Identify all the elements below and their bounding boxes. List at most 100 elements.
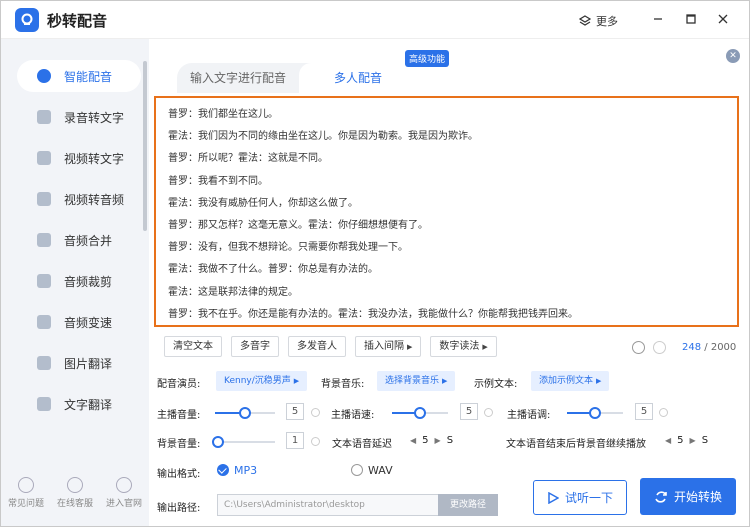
official-site-label: 进入官网: [105, 499, 142, 509]
decrease-icon[interactable]: ◀: [410, 436, 416, 445]
multi-speaker-button[interactable]: 多发音人: [288, 336, 346, 357]
speed-slider[interactable]: [392, 407, 448, 419]
layers-icon: [579, 15, 591, 26]
clear-text-button[interactable]: 清空文本: [164, 336, 222, 357]
tab-bar: 输入文字进行配音 多人配音: [177, 63, 417, 93]
pitch-reset-icon[interactable]: [659, 408, 668, 417]
sidebar-item-image-translate[interactable]: 图片翻译: [17, 347, 141, 379]
volume-slider[interactable]: [215, 407, 275, 419]
increase-icon[interactable]: ▶: [690, 436, 696, 445]
start-convert-button[interactable]: 开始转换: [640, 478, 736, 515]
recording-text-icon: [37, 110, 51, 124]
title-bar: 秒转配音 更多: [1, 1, 749, 39]
sidebar-scrollbar[interactable]: [143, 61, 147, 231]
microphone-icon: [37, 69, 51, 83]
bg-volume-slider-handle[interactable]: [212, 436, 224, 448]
sidebar-item-audio-speed[interactable]: 音频变速: [17, 306, 141, 338]
voice-label: 配音演员:: [157, 379, 201, 390]
official-site-link[interactable]: 进入官网: [101, 477, 147, 509]
maximize-icon[interactable]: [684, 12, 698, 26]
char-count-max: / 2000: [704, 342, 737, 353]
bgm-select[interactable]: 选择背景音乐 ▶: [377, 371, 456, 391]
sidebar-item-label: 图片翻译: [64, 357, 113, 371]
bg-volume-reset-icon[interactable]: [311, 437, 320, 446]
caret-right-icon: ▶: [596, 377, 602, 385]
script-line: 霍法：我没有威胁任何人，你却这么做了。: [168, 197, 358, 209]
preview-button[interactable]: 试听一下: [533, 480, 627, 515]
minimize-icon[interactable]: [651, 12, 665, 26]
increase-icon[interactable]: ▶: [435, 436, 441, 445]
sidebar-item-audio-merge[interactable]: 音频合并: [17, 224, 141, 256]
close-window-icon[interactable]: [716, 12, 730, 26]
continue-play-stepper[interactable]: ◀ 5 ▶ S: [665, 435, 708, 446]
speed-input[interactable]: 5: [460, 403, 478, 420]
script-editor[interactable]: 普罗：我们都坐在这儿。 霍法：我们因为不同的缘由坐在这儿。你是因为勒索。我是因为…: [154, 96, 739, 327]
close-panel-icon[interactable]: ✕: [726, 49, 740, 63]
sample-text-select[interactable]: 添加示例文本 ▶: [531, 371, 610, 391]
sidebar-item-video-to-audio[interactable]: 视频转音频: [17, 183, 141, 215]
sidebar-item-audio-cut[interactable]: 音频裁剪: [17, 265, 141, 297]
bg-volume-input[interactable]: 1: [286, 432, 304, 449]
sidebar-item-label: 视频转文字: [64, 152, 125, 166]
undo-icon[interactable]: [632, 341, 645, 354]
sidebar-item-label: 文字翻译: [64, 398, 113, 412]
more-menu[interactable]: 更多: [579, 13, 618, 29]
image-translate-icon: [37, 356, 51, 370]
polyphone-button[interactable]: 多音字: [231, 336, 279, 357]
sidebar: 智能配音 录音转文字 视频转文字 视频转音频 音频合并 音频裁剪 音频变速 图片…: [1, 39, 149, 526]
translate-icon: [37, 397, 51, 411]
editor-toolbar: 清空文本 多音字 多发音人 插入间隔 ▶ 数字读法 ▶: [164, 336, 497, 357]
change-path-button[interactable]: 更改路径: [438, 494, 498, 516]
online-support-label: 在线客服: [56, 499, 93, 509]
volume-reset-icon[interactable]: [311, 408, 320, 417]
pitch-slider-handle[interactable]: [589, 407, 601, 419]
script-line: 霍法：我做不了什么。普罗：你总是有办法的。: [168, 264, 378, 276]
decrease-icon[interactable]: ◀: [665, 436, 671, 445]
bg-volume-label: 背景音量:: [157, 439, 201, 450]
script-line: 普罗：我们都坐在这儿。: [168, 109, 278, 120]
faq-label: 常见问题: [7, 499, 44, 509]
multi-speaker-label: 多发音人: [297, 341, 337, 352]
delay-stepper[interactable]: ◀ 5 ▶ S: [410, 435, 453, 446]
number-reading-button[interactable]: 数字读法 ▶: [430, 336, 497, 357]
continue-play-unit: S: [701, 435, 709, 446]
play-icon: [548, 491, 559, 504]
sidebar-item-label: 录音转文字: [64, 111, 125, 125]
number-reading-label: 数字读法: [439, 341, 480, 352]
script-line: 普罗：那又怎样？这毫无意义。霍法：你仔细想想便有了。: [168, 219, 428, 231]
sidebar-item-label: 音频合并: [64, 234, 113, 248]
bg-volume-slider[interactable]: [212, 436, 275, 448]
tab-multi-dubbing[interactable]: 多人配音: [299, 63, 417, 93]
app-title: 秒转配音: [47, 12, 108, 30]
char-counter: 248 / 2000: [682, 342, 736, 353]
redo-icon[interactable]: [653, 341, 666, 354]
convert-icon: [655, 490, 667, 503]
insert-pause-button[interactable]: 插入间隔 ▶: [355, 336, 422, 357]
sidebar-item-label: 视频转音频: [64, 193, 125, 207]
voice-select[interactable]: Kenny/沉稳男声 ▶: [216, 371, 308, 391]
output-path-input[interactable]: C:\Users\Administrator\desktop: [217, 494, 439, 516]
char-count-current: 248: [682, 342, 702, 353]
sidebar-item-label: 音频裁剪: [64, 275, 113, 289]
sidebar-item-recording-to-text[interactable]: 录音转文字: [17, 101, 141, 133]
format-mp3-radio[interactable]: [217, 464, 229, 476]
script-line: 霍法：这是联邦法律的规定。: [168, 286, 298, 298]
pitch-label: 主播语调:: [507, 410, 551, 421]
pitch-input[interactable]: 5: [635, 403, 653, 420]
caret-right-icon: ▶: [442, 377, 448, 385]
volume-slider-handle[interactable]: [239, 407, 251, 419]
volume-input[interactable]: 5: [286, 403, 304, 420]
online-support-link[interactable]: 在线客服: [52, 477, 98, 509]
caret-right-icon: ▶: [293, 377, 300, 385]
faq-link[interactable]: 常见问题: [3, 477, 49, 509]
pitch-slider[interactable]: [567, 407, 623, 419]
voice-value: Kenny/沉稳男声: [224, 376, 291, 386]
tab-text-dubbing[interactable]: 输入文字进行配音: [177, 63, 299, 93]
speed-reset-icon[interactable]: [484, 408, 493, 417]
clear-text-label: 清空文本: [173, 341, 213, 352]
format-wav-radio[interactable]: [351, 464, 363, 476]
sidebar-item-text-translate[interactable]: 文字翻译: [17, 388, 141, 420]
sidebar-item-smart-dubbing[interactable]: 智能配音: [17, 60, 141, 92]
sidebar-item-video-to-text[interactable]: 视频转文字: [17, 142, 141, 174]
speed-slider-handle[interactable]: [414, 407, 426, 419]
